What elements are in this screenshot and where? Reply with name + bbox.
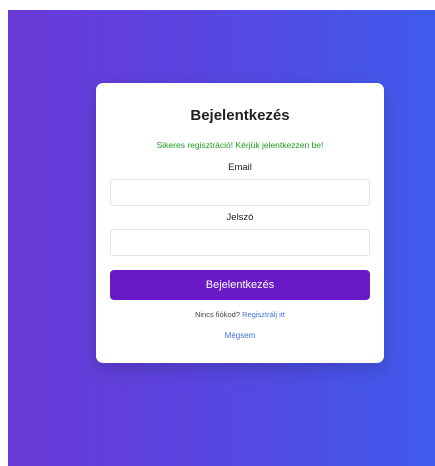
register-prompt: Nincs fiókod? Regisztrálj itt [96, 310, 384, 319]
password-input[interactable] [110, 229, 370, 256]
success-message: Sikeres regisztráció! Kérjük jelentkezze… [156, 140, 324, 150]
login-title: Bejelentkezés [190, 107, 290, 124]
no-account-text: Nincs fiókod? [194, 310, 240, 319]
email-input[interactable] [110, 179, 370, 206]
cancel-link[interactable]: Mégsem [225, 331, 256, 340]
login-card: Bejelentkezés Sikeres regisztráció! Kérj… [96, 83, 384, 363]
cancel-line: Mégsem [96, 331, 384, 340]
login-button[interactable]: Bejelentkezés [110, 270, 370, 300]
password-label: Jelszó [226, 212, 254, 223]
register-link[interactable]: Regisztrálj itt [242, 310, 285, 319]
email-label: Email [228, 162, 252, 173]
